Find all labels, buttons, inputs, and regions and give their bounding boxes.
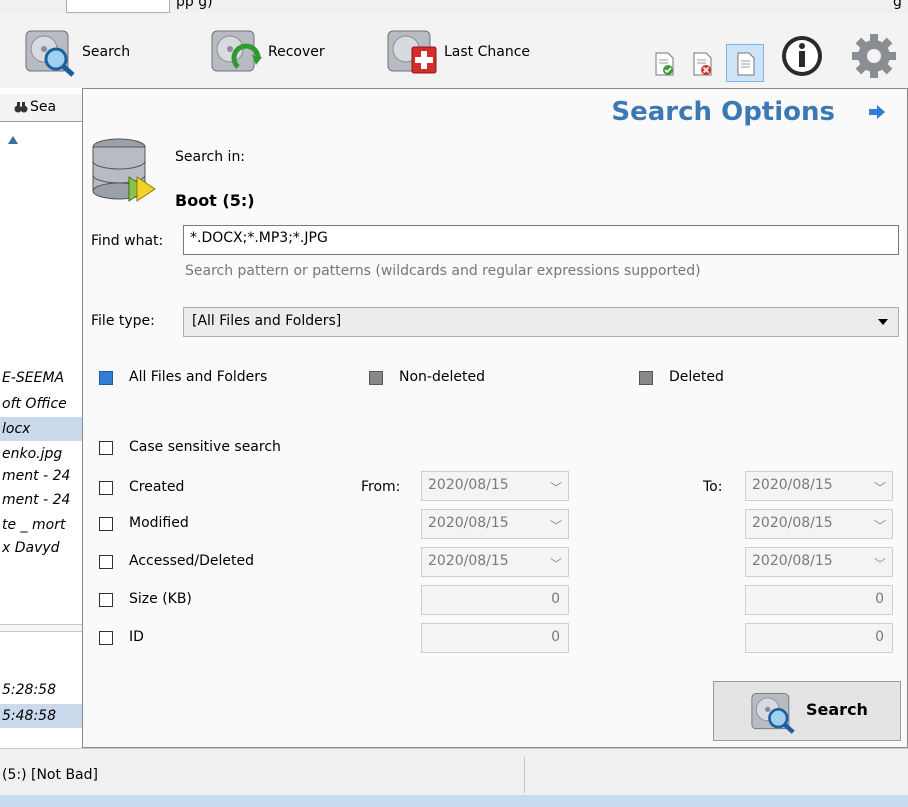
top-strip-right-text: g [893,0,902,10]
id-to-input[interactable]: 0 [745,623,893,653]
toolbar-recover-label: Recover [268,44,325,60]
size-label: Size (KB) [129,591,192,607]
modified-from-date[interactable]: 2020/08/15 ﹀ [421,509,569,539]
chevron-down-icon: ﹀ [549,481,562,495]
document-icon [737,52,755,76]
binoculars-icon [14,102,28,113]
modified-label: Modified [129,515,189,531]
file-type-value: [All Files and Folders] [192,313,342,329]
results-tab-label: Sea [30,99,57,115]
accessed-from-date[interactable]: 2020/08/15 ﹀ [421,547,569,577]
find-hint: Search pattern or patterns (wildcards an… [185,263,701,279]
results-pane: Sea E-SEEMA oft Office locx enko.jpg men… [0,88,84,748]
modified-to-date[interactable]: 2020/08/15 ﹀ [745,509,893,539]
search-in-label: Search in: [175,149,246,165]
document-check-icon[interactable] [654,52,676,76]
radio-deleted[interactable] [639,371,653,385]
results-search-tab[interactable]: Sea [0,94,83,122]
list-item[interactable]: enko.jpg [0,442,83,466]
top-strip: pp g) g [0,0,908,14]
modified-checkbox[interactable] [99,517,113,531]
radio-all-files[interactable] [99,371,113,385]
list-item[interactable]: locx [0,417,83,441]
chevron-down-icon: ﹀ [549,557,562,571]
radio-all-files-label: All Files and Folders [129,369,268,385]
toolbar-last-chance-button[interactable]: Last Chance [384,22,530,82]
disk-search-icon [751,693,795,734]
accessed-label: Accessed/Deleted [129,553,255,569]
gear-icon[interactable] [850,32,898,80]
find-what-label: Find what: [91,233,164,249]
list-item[interactable]: oft Office [0,392,83,416]
info-icon[interactable] [780,34,824,78]
status-divider [524,757,525,793]
id-label: ID [129,629,144,645]
disk-first-aid-icon [387,30,437,74]
chevron-down-icon: ﹀ [873,519,886,533]
id-checkbox[interactable] [99,631,113,645]
time-item[interactable]: 5:28:58 [0,678,83,702]
chevron-down-icon: ﹀ [873,481,886,495]
to-label: To: [703,479,723,495]
collapse-arrow-icon[interactable] [869,105,885,119]
size-from-input[interactable]: 0 [421,585,569,615]
search-button-label: Search [806,700,868,719]
time-item[interactable]: 5:48:58 [0,704,83,728]
list-item[interactable]: x Davyd [0,536,83,560]
created-checkbox[interactable] [99,481,113,495]
sort-ascending-icon[interactable] [8,136,18,144]
panel-title: Search Options [611,97,835,127]
case-sensitive-checkbox[interactable] [99,441,113,455]
accessed-checkbox[interactable] [99,555,113,569]
list-item[interactable]: ment - 24 [0,488,83,512]
search-button[interactable]: Search [713,681,901,741]
document-delete-icon[interactable] [692,52,714,76]
size-to-input[interactable]: 0 [745,585,893,615]
radio-deleted-label: Deleted [669,369,724,385]
radio-non-deleted[interactable] [369,371,383,385]
from-label: From: [361,479,401,495]
id-from-input[interactable]: 0 [421,623,569,653]
created-label: Created [129,479,185,495]
database-icon [92,138,156,202]
drive-name: Boot (5:) [175,191,255,210]
chevron-down-icon: ﹀ [549,519,562,533]
size-checkbox[interactable] [99,593,113,607]
disk-search-icon [25,30,75,77]
file-type-select[interactable]: [All Files and Folders] [183,307,899,337]
disk-recover-icon [211,30,262,72]
toolbar-search-label: Search [82,44,131,60]
pane-splitter[interactable] [0,624,83,632]
status-text: (5:) [Not Bad] [2,767,98,783]
find-what-input[interactable]: *.DOCX;*.MP3;*.JPG [183,225,899,255]
main-toolbar: Search Recover Last Chance [0,14,908,88]
document-view-toggle[interactable] [726,44,764,82]
file-type-label: File type: [91,313,155,329]
toolbar-last-chance-label: Last Chance [444,44,531,60]
toolbar-search-button[interactable]: Search [22,22,130,82]
status-bottom-strip [0,795,908,807]
toolbar-recover-button[interactable]: Recover [208,22,325,82]
list-item[interactable]: E-SEEMA [0,366,83,390]
created-to-date[interactable]: 2020/08/15 ﹀ [745,471,893,501]
top-strip-text: pp g) [176,0,213,10]
accessed-to-date[interactable]: 2020/08/15 ﹀ [745,547,893,577]
created-from-date[interactable]: 2020/08/15 ﹀ [421,471,569,501]
list-item[interactable]: te _ mort [0,513,83,537]
list-item[interactable]: ment - 24 [0,464,83,488]
status-bar: (5:) [Not Bad] [0,748,908,807]
search-options-panel: Search Options Search in: Boot (5:) Find… [82,88,908,748]
chevron-down-icon [878,319,888,325]
radio-non-deleted-label: Non-deleted [399,369,485,385]
case-sensitive-label: Case sensitive search [129,439,281,455]
chevron-down-icon: ﹀ [873,557,886,571]
top-input-box[interactable] [66,0,170,13]
